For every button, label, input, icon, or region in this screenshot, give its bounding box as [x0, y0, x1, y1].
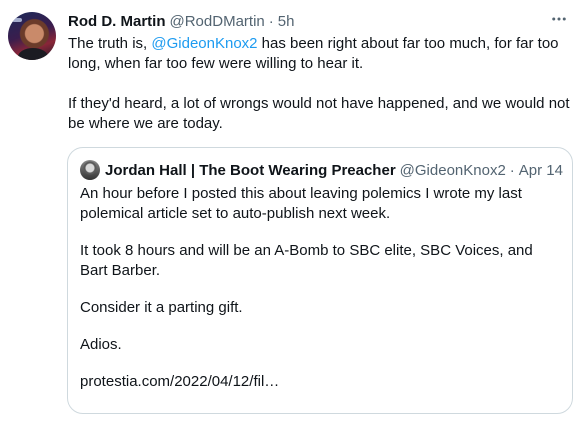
text-prefix: The truth is,	[68, 35, 152, 52]
quoted-link: protestia.com/2022/04/12/fil…	[80, 373, 280, 390]
header-separator: ·	[268, 12, 274, 30]
tweet-paragraph-1: The truth is, @GideonKnox2 has been righ…	[68, 34, 573, 74]
quoted-tweet-text: An hour before I posted this about leavi…	[80, 184, 560, 392]
quoted-paragraph-2: It took 8 hours and will be an A-Bomb to…	[80, 242, 533, 279]
quoted-author-name: Jordan Hall | The Boot Wearing Preacher	[105, 161, 396, 179]
mention-link[interactable]: @GideonKnox2	[151, 35, 257, 52]
quoted-header-separator: ·	[509, 161, 515, 179]
quoted-paragraph-4: Adios.	[80, 336, 122, 353]
author-handle[interactable]: @RodDMartin	[170, 13, 265, 30]
quoted-author-handle: @GideonKnox2	[399, 161, 506, 179]
avatar-shoulders	[18, 48, 48, 60]
quoted-tweet-timestamp: Apr 14	[518, 161, 563, 179]
author-name[interactable]: Rod D. Martin	[68, 13, 166, 30]
quoted-paragraph-3: Consider it a parting gift.	[80, 299, 243, 316]
ellipsis-icon[interactable]	[549, 9, 569, 29]
quoted-paragraph-1: An hour before I posted this about leavi…	[80, 185, 522, 222]
tweet-header: Rod D. Martin @RodDMartin · 5h	[68, 11, 569, 31]
author-avatar[interactable]	[8, 12, 56, 60]
tweet-text: The truth is, @GideonKnox2 has been righ…	[68, 34, 573, 134]
quoted-author-avatar	[80, 160, 100, 180]
quoted-tweet-header: Jordan Hall | The Boot Wearing Preacher …	[80, 160, 563, 180]
tweet-paragraph-2: If they'd heard, a lot of wrongs would n…	[68, 95, 570, 132]
tweet[interactable]: Rod D. Martin @RodDMartin · 5h The truth…	[0, 0, 583, 424]
tweet-timestamp[interactable]: 5h	[278, 13, 295, 30]
quoted-tweet[interactable]: Jordan Hall | The Boot Wearing Preacher …	[67, 147, 573, 414]
avatar-background-light	[12, 18, 22, 22]
